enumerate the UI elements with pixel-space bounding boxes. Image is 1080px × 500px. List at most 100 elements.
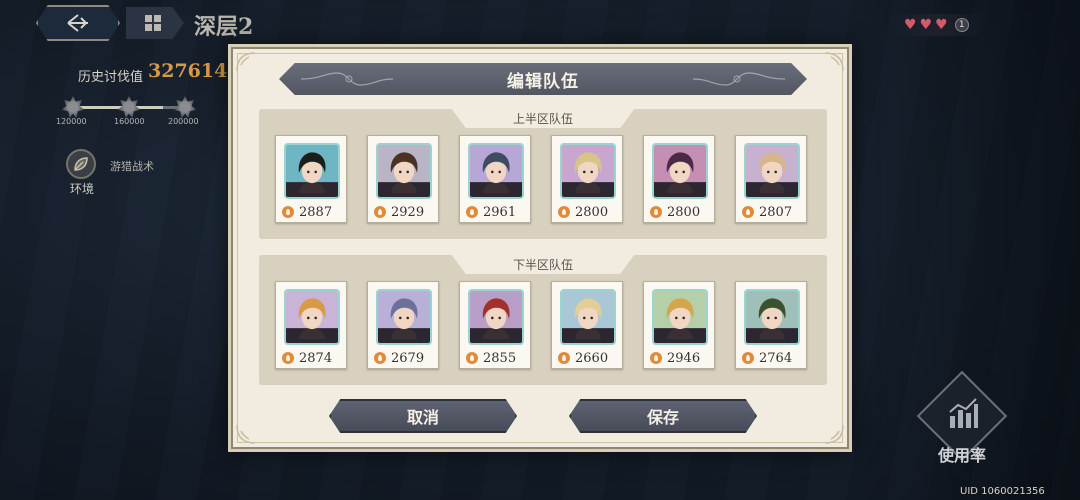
character-portrait [376, 289, 432, 345]
character-power: 2874 [299, 350, 333, 366]
character-portrait [652, 289, 708, 345]
character-card[interactable]: 2807 [735, 135, 807, 223]
character-power: 2679 [391, 350, 425, 366]
character-portrait [560, 289, 616, 345]
character-portrait [560, 143, 616, 199]
corner-ornament-icon [824, 424, 844, 444]
character-portrait [744, 143, 800, 199]
corner-ornament-icon [236, 52, 256, 72]
character-card[interactable]: 2887 [275, 135, 347, 223]
milestone-node-icon[interactable] [118, 96, 140, 118]
flame-icon [466, 206, 478, 218]
character-portrait [284, 289, 340, 345]
flame-icon [558, 206, 570, 218]
flame-icon [650, 206, 662, 218]
character-power: 2764 [759, 350, 793, 366]
power-row: 2929 [374, 204, 434, 220]
flame-icon [558, 352, 570, 364]
character-portrait [744, 289, 800, 345]
back-button[interactable] [36, 5, 120, 41]
leaf-icon [74, 157, 88, 171]
character-power: 2887 [299, 204, 333, 220]
flame-icon [282, 352, 294, 364]
milestone-node-icon[interactable] [174, 96, 196, 118]
milestone-node-icon[interactable] [62, 96, 84, 118]
heart-icon: ♥ [919, 17, 933, 33]
power-row: 2946 [650, 350, 710, 366]
cancel-button[interactable]: 取消 [329, 399, 517, 433]
power-row: 2887 [282, 204, 342, 220]
power-row: 2874 [282, 350, 342, 366]
power-row: 2961 [466, 204, 526, 220]
top-team-panel: 上半区队伍 2887 2929 2961 2800 2800 2807 [259, 108, 827, 239]
milestone-track: 120000 160000 200000 [56, 96, 206, 130]
character-portrait [376, 143, 432, 199]
power-row: 2807 [742, 204, 802, 220]
bottom-team-label: 下半区队伍 [512, 257, 573, 272]
uid-label: UID 1060021356 [960, 486, 1045, 497]
character-card[interactable]: 2874 [275, 281, 347, 369]
milestone-progress-fill [74, 106, 163, 109]
bar-chart-icon [949, 398, 978, 428]
level-title: 深层2 [194, 14, 254, 40]
character-card[interactable]: 2800 [643, 135, 715, 223]
power-row: 2800 [650, 204, 710, 220]
back-arrow-icon [67, 14, 88, 32]
top-team-members: 2887 2929 2961 2800 2800 2807 [275, 135, 807, 223]
corner-ornament-icon [824, 52, 844, 72]
history-label: 历史讨伐值 [78, 70, 144, 85]
dialog-title: 编辑队伍 [507, 71, 579, 92]
flame-icon [650, 352, 662, 364]
character-card[interactable]: 2660 [551, 281, 623, 369]
character-power: 2961 [483, 204, 517, 220]
power-row: 2800 [558, 204, 618, 220]
lives-indicator: ♥ ♥ ♥ 1 [888, 14, 988, 36]
character-power: 2660 [575, 350, 609, 366]
heart-count: 1 [954, 18, 969, 32]
save-button[interactable]: 保存 [569, 399, 757, 433]
bottom-team-members: 2874 2679 2855 2660 2946 2764 [275, 281, 807, 369]
heart-icon: ♥ [904, 17, 917, 33]
character-card[interactable]: 2855 [459, 281, 531, 369]
character-card[interactable]: 2946 [643, 281, 715, 369]
top-team-tab: 上半区队伍 [451, 108, 635, 128]
power-row: 2679 [374, 350, 434, 366]
character-power: 2807 [759, 204, 793, 220]
environment-label: 环境 [70, 182, 95, 196]
corner-ornament-icon [236, 424, 256, 444]
top-team-label: 上半区队伍 [512, 111, 573, 126]
character-portrait [468, 143, 524, 199]
edit-team-dialog: 编辑队伍 上半区队伍 2887 2929 2961 2800 2800 2807 下半区队… [228, 44, 852, 452]
map-button[interactable] [126, 7, 184, 39]
character-power: 2800 [575, 204, 609, 220]
history-value: 327614 [148, 60, 228, 82]
grid-icon [145, 15, 161, 31]
flame-icon [374, 206, 386, 218]
flame-icon [374, 352, 386, 364]
milestone-label: 120000 [56, 117, 87, 126]
bottom-team-tab: 下半区队伍 [451, 254, 635, 274]
character-power: 2946 [667, 350, 701, 366]
milestone-label: 160000 [114, 117, 145, 126]
power-row: 2855 [466, 350, 526, 366]
character-power: 2800 [667, 204, 701, 220]
character-card[interactable]: 2929 [367, 135, 439, 223]
character-power: 2855 [483, 350, 517, 366]
flame-icon [466, 352, 478, 364]
power-row: 2764 [742, 350, 802, 366]
power-row: 2660 [558, 350, 618, 366]
character-portrait [468, 289, 524, 345]
character-card[interactable]: 2679 [367, 281, 439, 369]
bottom-team-panel: 下半区队伍 2874 2679 2855 2660 2946 2764 [259, 254, 827, 385]
character-card[interactable]: 2961 [459, 135, 531, 223]
character-power: 2929 [391, 204, 425, 220]
header-ornament-icon [301, 72, 393, 86]
character-card[interactable]: 2764 [735, 281, 807, 369]
header-ornament-icon [693, 72, 785, 86]
dialog-header: 编辑队伍 [279, 63, 807, 95]
environment-button[interactable] [66, 149, 96, 179]
character-card[interactable]: 2800 [551, 135, 623, 223]
character-portrait [652, 143, 708, 199]
flame-icon [742, 352, 754, 364]
flame-icon [282, 206, 294, 218]
